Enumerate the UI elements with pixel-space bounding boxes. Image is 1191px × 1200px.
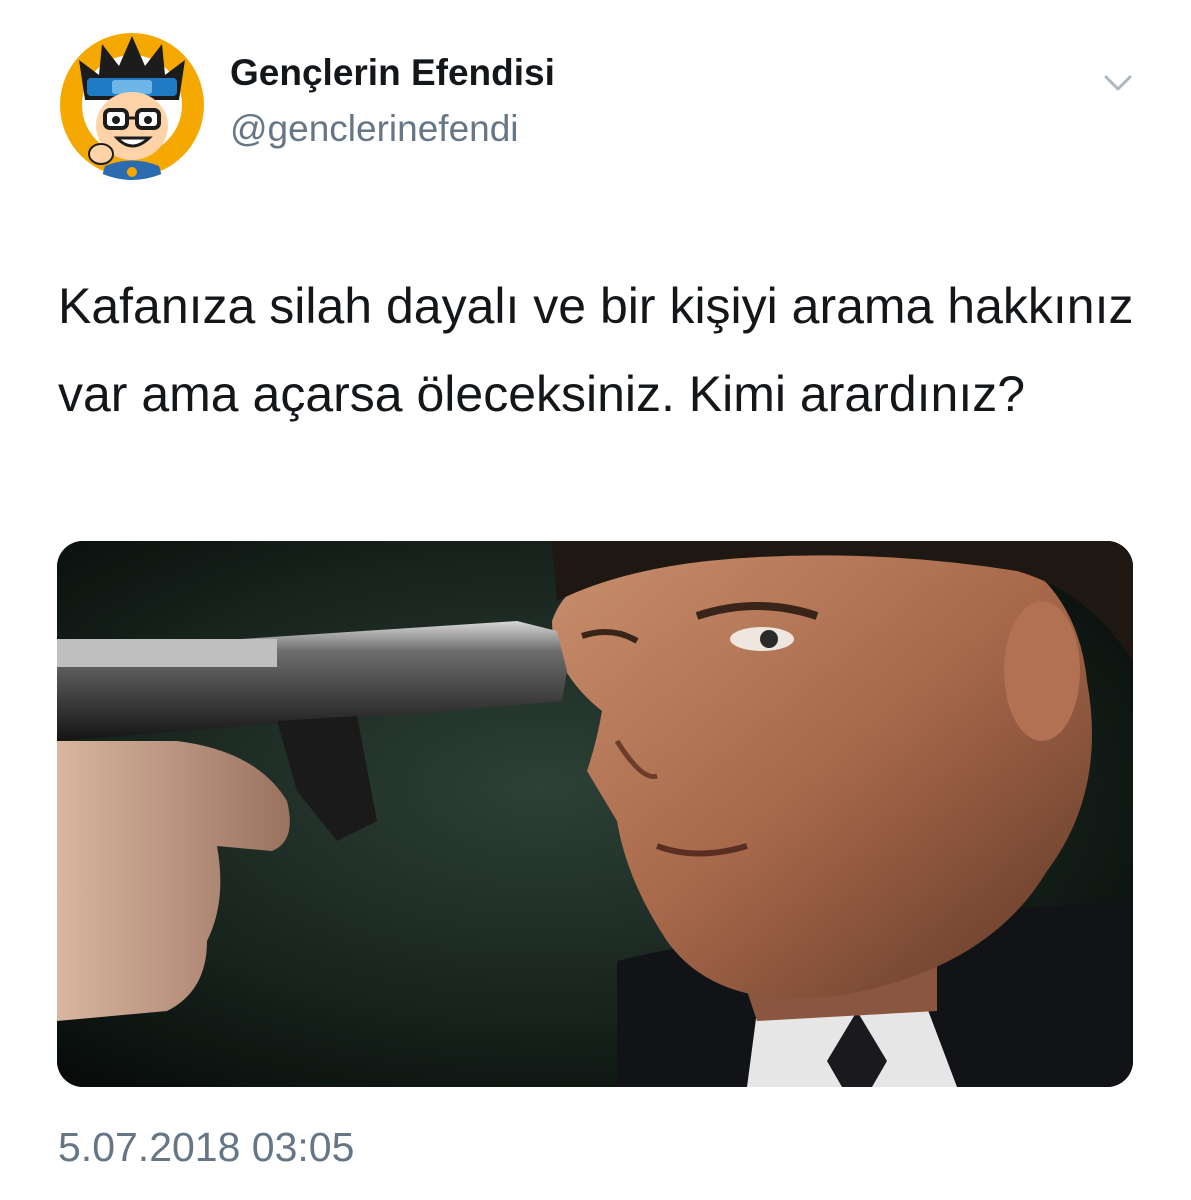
username[interactable]: @genclerinefendi — [230, 108, 519, 150]
tweet-media-image[interactable] — [57, 541, 1133, 1087]
tweet-menu-button[interactable] — [1098, 68, 1138, 98]
chevron-down-icon — [1104, 75, 1132, 91]
photo-man-with-gun — [57, 541, 1133, 1087]
cartoon-avatar-icon — [57, 30, 207, 180]
tweet-text: Kafanıza silah dayalı ve bir kişiyi aram… — [58, 278, 1134, 422]
tweet-timestamp[interactable]: 5.07.2018 03:05 — [58, 1124, 354, 1171]
avatar[interactable] — [57, 30, 207, 180]
display-name[interactable]: Gençlerin Efendisi — [230, 52, 555, 94]
